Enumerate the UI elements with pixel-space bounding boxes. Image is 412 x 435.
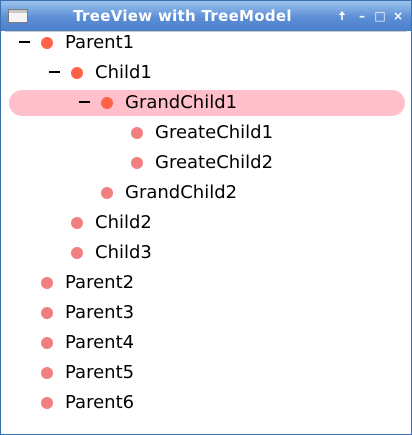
node-dot-icon <box>41 367 53 379</box>
tree-item-label: Parent1 <box>65 32 135 53</box>
maximize-button[interactable]: □ <box>373 8 387 24</box>
tree-item-label: GreateChild1 <box>155 122 274 143</box>
tree-row[interactable]: Parent4 <box>9 330 405 356</box>
collapse-toggle-icon[interactable] <box>79 101 90 103</box>
tree-item-label: Parent3 <box>65 302 135 323</box>
tree-row[interactable]: Child1 <box>9 60 405 86</box>
node-dot-icon <box>41 37 53 49</box>
minimize-button[interactable]: – <box>355 8 369 24</box>
collapse-toggle-icon[interactable] <box>49 71 60 73</box>
tree-item-label: GrandChild1 <box>125 92 238 113</box>
tree-item-label: GreateChild2 <box>155 152 274 173</box>
node-dot-icon <box>71 247 83 259</box>
window-title: TreeView with TreeModel <box>73 7 292 25</box>
app-window: TreeView with TreeModel 🠅 – □ × Parent1 C… <box>0 0 412 435</box>
node-dot-icon <box>101 187 113 199</box>
tree-item-label: Child1 <box>95 62 152 83</box>
tree-item-label: Parent4 <box>65 332 135 353</box>
title-bar[interactable]: TreeView with TreeModel 🠅 – □ × <box>1 1 411 31</box>
node-dot-icon <box>131 127 143 139</box>
tree-item-label: Parent6 <box>65 392 135 413</box>
node-dot-icon <box>41 307 53 319</box>
pin-icon[interactable]: 🠅 <box>335 8 349 24</box>
tree-row[interactable]: GreateChild1 <box>9 120 405 146</box>
tree-item-label: Child3 <box>95 242 152 263</box>
tree-item-label: Parent5 <box>65 362 135 383</box>
tree-row[interactable]: Parent3 <box>9 300 405 326</box>
node-dot-icon <box>101 97 113 109</box>
tree-row[interactable]: Parent1 <box>9 30 405 56</box>
tree-row[interactable]: Child3 <box>9 240 405 266</box>
tree-item-label: Parent2 <box>65 272 135 293</box>
tree-row[interactable]: Child2 <box>9 210 405 236</box>
close-button[interactable]: × <box>391 8 405 24</box>
tree-row[interactable]: Parent5 <box>9 360 405 386</box>
tree-view[interactable]: Parent1 Child1 GrandChild1 GreateChild1 Grea… <box>5 31 407 430</box>
tree-row[interactable]: Parent6 <box>9 390 405 416</box>
tree-row[interactable]: Parent2 <box>9 270 405 296</box>
tree-item-label: GrandChild2 <box>125 182 238 203</box>
node-dot-icon <box>41 277 53 289</box>
tree-row[interactable]: GrandChild2 <box>9 180 405 206</box>
tree-row[interactable]: GreateChild2 <box>9 150 405 176</box>
node-dot-icon <box>131 157 143 169</box>
collapse-toggle-icon[interactable] <box>19 41 30 43</box>
node-dot-icon <box>41 397 53 409</box>
tree-item-label: Child2 <box>95 212 152 233</box>
node-dot-icon <box>41 337 53 349</box>
node-dot-icon <box>71 217 83 229</box>
node-dot-icon <box>71 67 83 79</box>
tree-row[interactable]: GrandChild1 <box>9 90 405 116</box>
